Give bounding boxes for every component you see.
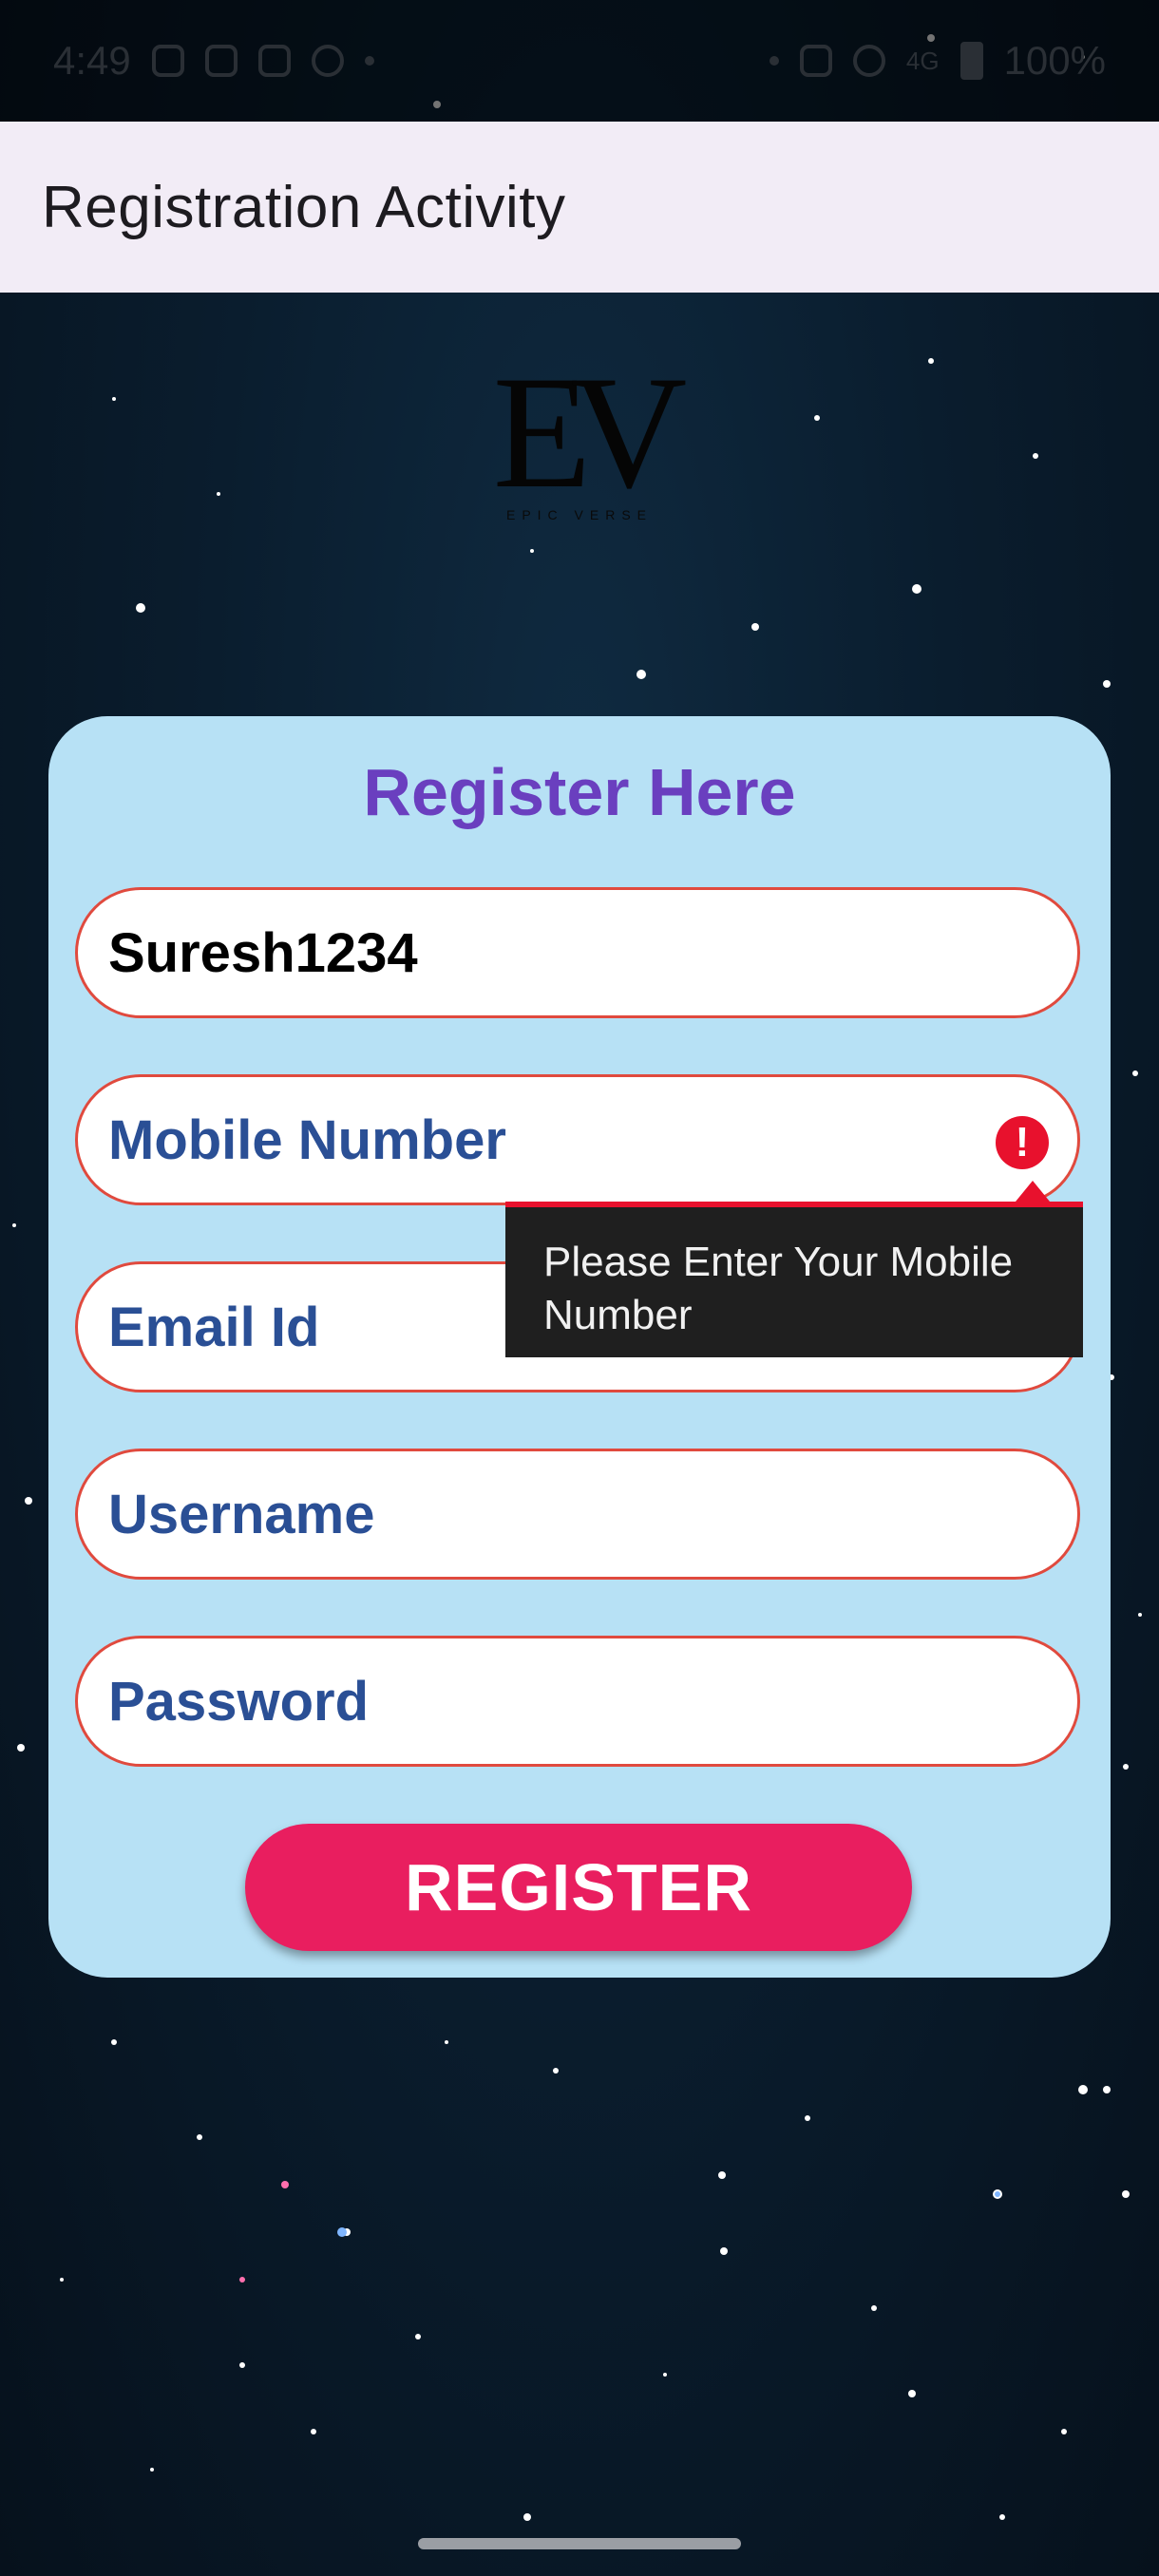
battery-percent: 100% (1003, 38, 1106, 83)
more-notifications-icon (364, 56, 374, 66)
username-placeholder: Username (108, 1483, 375, 1545)
form-title: Register Here (363, 755, 796, 829)
hotspot-icon (852, 45, 885, 77)
instagram-icon (257, 45, 291, 77)
status-bar: 4:49 4G 100% (0, 0, 1159, 122)
instagram-icon (204, 45, 238, 77)
register-button[interactable]: REGISTER (245, 1824, 912, 1951)
name-field-value: Suresh1234 (108, 921, 418, 984)
password-field[interactable]: Password (75, 1636, 1080, 1767)
tooltip-arrow (1016, 1181, 1050, 1202)
mobile-number-field[interactable]: Mobile Number ! (75, 1074, 1080, 1205)
password-placeholder: Password (108, 1670, 369, 1733)
status-time: 4:49 (53, 38, 131, 83)
mobile-number-placeholder: Mobile Number (108, 1108, 506, 1171)
app-logo: EV EPIC VERSE (475, 343, 688, 532)
dot-icon (769, 56, 779, 66)
network-type: 4G (905, 46, 940, 75)
username-field[interactable]: Username (75, 1449, 1080, 1580)
error-icon[interactable]: ! (996, 1116, 1049, 1169)
nfc-icon (799, 45, 832, 77)
instagram-icon (151, 45, 184, 77)
page-title: Registration Activity (42, 174, 566, 240)
app-bar: Registration Activity (0, 122, 1159, 293)
logo-mark: EV (492, 343, 688, 521)
email-placeholder: Email Id (108, 1296, 320, 1358)
logo-subtitle: EPIC VERSE (505, 507, 654, 522)
name-field[interactable]: Suresh1234 (75, 887, 1080, 1018)
battery-icon (960, 42, 983, 80)
home-indicator[interactable] (418, 2538, 741, 2549)
error-tooltip: Please Enter Your Mobile Number (505, 1202, 1083, 1357)
whatsapp-icon (311, 45, 344, 77)
